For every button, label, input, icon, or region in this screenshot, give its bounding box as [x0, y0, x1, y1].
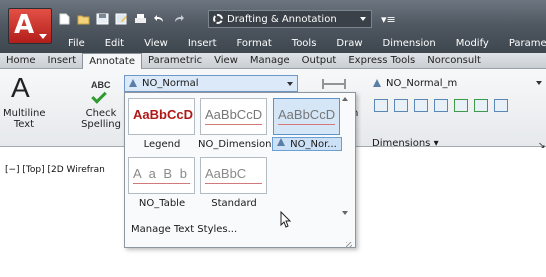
inspect-dimension-icon[interactable]: [454, 99, 468, 112]
workspace-selector[interactable]: Drafting & Annotation: [208, 10, 372, 28]
linear-dimension-icon[interactable]: [322, 78, 346, 90]
gear-icon: [213, 14, 223, 24]
style-swatch-standard[interactable]: AaBbC: [200, 157, 267, 194]
tab-parametric[interactable]: Parametric: [142, 53, 208, 68]
chevron-down-icon: [39, 34, 47, 39]
tab-home[interactable]: Home: [0, 53, 42, 68]
chevron-down-icon: [360, 17, 366, 21]
customize-toolbar-icon[interactable]: ▾≡: [381, 13, 396, 26]
style-name-text: NO_Nor...: [290, 139, 337, 150]
baseline: [278, 124, 335, 125]
annotative-icon: [373, 79, 382, 88]
tab-express-tools[interactable]: Express Tools: [342, 53, 421, 68]
style-name-standard[interactable]: Standard: [200, 198, 268, 209]
quick-access-toolbar: [58, 9, 185, 29]
text-style-value: NO_Normal: [142, 78, 199, 89]
dimension-space-icon[interactable]: [374, 99, 388, 112]
style-preview: A a B b C: [133, 166, 194, 181]
style-swatch-no-normal[interactable]: AaBbCcD: [273, 98, 340, 135]
save-as-icon[interactable]: [115, 13, 128, 25]
baseline: [133, 183, 190, 184]
menu-modify[interactable]: Modify: [446, 36, 499, 52]
scroll-down-icon[interactable]: [342, 211, 348, 215]
undo-icon[interactable]: [153, 13, 166, 25]
dimension-style-value: NO_Normal_m: [386, 78, 458, 89]
menu-parametric[interactable]: Parametric: [499, 36, 546, 52]
adjust-space-icon[interactable]: [414, 99, 428, 112]
style-preview: AaBbCcD: [278, 107, 336, 122]
menu-file[interactable]: File: [58, 36, 95, 52]
tab-output[interactable]: Output: [296, 53, 343, 68]
chevron-down-icon: [287, 82, 293, 86]
style-name-legend[interactable]: Legend: [128, 139, 196, 150]
check-spelling-label-2[interactable]: Spelling: [80, 119, 122, 130]
application-menu-button[interactable]: A: [8, 8, 52, 44]
style-swatch-no-dimension[interactable]: AaBbCcD: [200, 98, 267, 135]
style-preview: AaBbCcD: [133, 107, 193, 122]
scroll-up-icon[interactable]: [342, 97, 348, 101]
style-name-no-table[interactable]: NO_Table: [128, 198, 196, 209]
menu-bar: File Edit View Insert Format Tools Draw …: [58, 36, 546, 52]
menu-edit[interactable]: Edit: [95, 36, 134, 52]
ribbon-tabs: Home Insert Annotate Parametric View Man…: [0, 53, 546, 70]
chevron-down-icon: [536, 81, 542, 85]
annotative-icon: [277, 138, 286, 147]
mouse-cursor-icon: [280, 211, 292, 228]
tab-view[interactable]: View: [208, 53, 244, 68]
redo-icon[interactable]: [172, 13, 185, 25]
update-dimension-icon[interactable]: [474, 99, 488, 112]
gallery-scrollbar[interactable]: [339, 95, 351, 217]
dimension-tools: [374, 99, 508, 113]
dimension-break-icon[interactable]: [394, 99, 408, 112]
menu-insert[interactable]: Insert: [178, 36, 227, 52]
open-folder-icon[interactable]: [77, 13, 90, 25]
menu-format[interactable]: Format: [227, 36, 282, 52]
tab-insert[interactable]: Insert: [42, 53, 83, 68]
style-name-no-normal[interactable]: NO_Nor...: [272, 137, 342, 151]
oblique-icon[interactable]: [494, 99, 508, 112]
multiline-text-label-2[interactable]: Text: [3, 119, 45, 130]
continue-dimension-icon[interactable]: [434, 99, 448, 112]
save-icon[interactable]: [96, 13, 109, 25]
workspace-name: Drafting & Annotation: [227, 13, 337, 25]
text-style-dropdown[interactable]: NO_Normal: [124, 75, 298, 92]
multiline-text-label-1[interactable]: Multiline: [3, 108, 46, 119]
annotative-icon: [129, 79, 138, 88]
baseline: [205, 183, 262, 184]
menu-dimension[interactable]: Dimension: [373, 36, 446, 52]
style-preview: AaBbC: [205, 166, 247, 181]
dimension-style-dropdown[interactable]: NO_Normal_m: [369, 75, 546, 92]
style-swatch-legend[interactable]: AaBbCcD: [128, 98, 195, 135]
resize-grip-icon[interactable]: [346, 242, 352, 248]
viewport-controls[interactable]: [−] [Top] [2D Wirefran: [5, 165, 105, 175]
tab-annotate[interactable]: Annotate: [82, 53, 142, 70]
style-name-no-dimension[interactable]: NO_Dimension: [198, 139, 272, 150]
menu-view[interactable]: View: [134, 36, 178, 52]
menu-draw[interactable]: Draw: [326, 36, 372, 52]
tab-norconsult[interactable]: Norconsult: [421, 53, 487, 68]
baseline: [205, 124, 262, 125]
plot-icon[interactable]: [134, 13, 147, 25]
style-swatch-no-table[interactable]: A a B b C: [128, 157, 195, 194]
new-file-icon[interactable]: [58, 13, 71, 25]
title-bar: A Drafting & Annotation ▾≡ File Edit Vie…: [0, 0, 546, 56]
autocad-logo-icon: A: [14, 10, 35, 40]
menu-tools[interactable]: Tools: [282, 36, 327, 52]
tab-manage[interactable]: Manage: [244, 53, 296, 68]
check-spelling-label-1[interactable]: Check: [80, 108, 122, 119]
multiline-text-icon[interactable]: A: [11, 72, 30, 104]
manage-text-styles-link[interactable]: Manage Text Styles...: [131, 224, 237, 235]
style-preview: AaBbCcD: [205, 107, 263, 122]
